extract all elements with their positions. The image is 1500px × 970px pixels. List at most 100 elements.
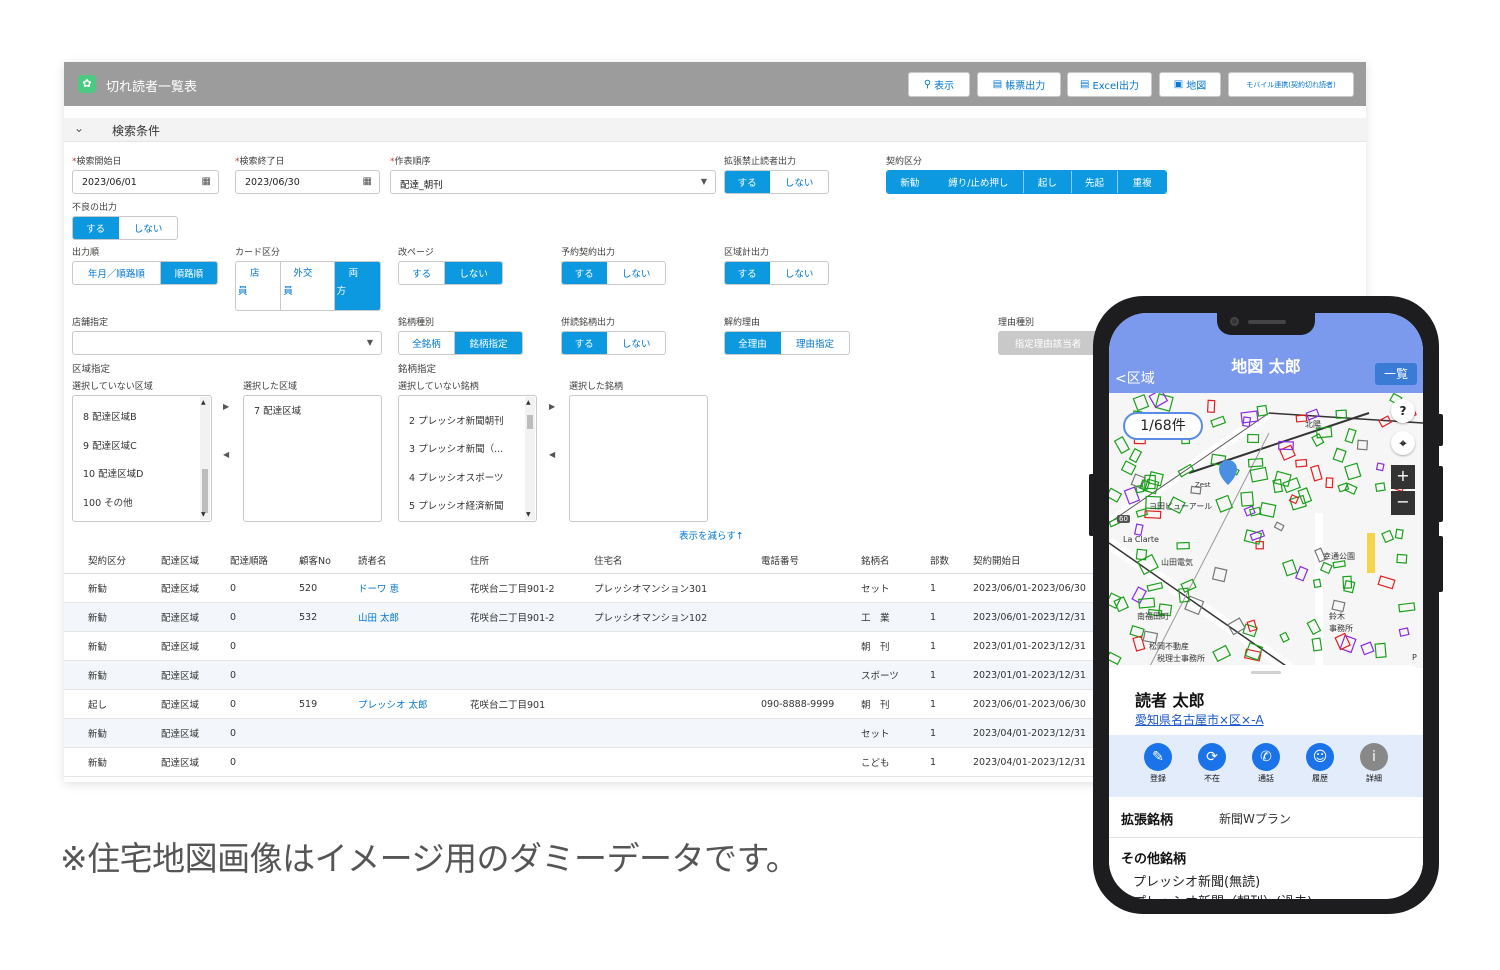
brand-selected-list[interactable] [569, 395, 708, 522]
register-action[interactable]: ✎ 登録 [1141, 743, 1175, 784]
calendar-icon[interactable]: ▦ [363, 176, 372, 187]
move-left-icon[interactable]: ◀ [549, 450, 555, 459]
defect-toggle[interactable]: する しない [72, 216, 178, 240]
store-select[interactable]: ▼ [72, 331, 382, 355]
ext-ban-toggle[interactable]: する しない [724, 170, 829, 194]
show-less-link[interactable]: 表示を減らす↑ [679, 528, 744, 542]
scrollbar-thumb[interactable] [527, 415, 533, 429]
scrollbar[interactable]: ▲ ▼ [200, 397, 210, 520]
column-header[interactable]: 読者名 [358, 546, 387, 573]
reader-name-link[interactable]: 山田 太郎 [358, 603, 399, 631]
column-header[interactable]: 電話番号 [761, 546, 799, 573]
column-header[interactable]: 契約開始日 [973, 546, 1021, 573]
column-header[interactable]: 部数 [930, 546, 949, 573]
list-option[interactable]: 9 配達区域C [73, 433, 211, 462]
reserve-yes[interactable]: する [562, 262, 608, 284]
start-date-input[interactable]: 2023/06/01 ▦ [72, 170, 219, 194]
page-break-no[interactable]: しない [445, 262, 502, 284]
contract-type-option[interactable]: 重複 [1118, 171, 1166, 193]
area-total-toggle[interactable]: する しない [724, 261, 829, 285]
column-header[interactable]: 住所 [470, 546, 489, 573]
cancel-option[interactable]: 理由指定 [781, 332, 849, 354]
reserve-no[interactable]: しない [607, 262, 665, 284]
arrow-up-icon[interactable]: ▲ [526, 399, 531, 406]
list-button[interactable]: 一覧 [1375, 363, 1417, 385]
reserve-toggle[interactable]: する しない [561, 261, 666, 285]
detail-action[interactable]: i 詳細 [1357, 743, 1391, 784]
column-header[interactable]: 銘柄名 [861, 546, 890, 573]
map-button[interactable]: ▣ 地図 [1159, 72, 1221, 97]
column-header[interactable]: 配達順路 [230, 546, 268, 573]
arrow-up-icon[interactable]: ▲ [201, 399, 206, 406]
page-break-yes[interactable]: する [399, 262, 446, 284]
back-button[interactable]: <区域 [1115, 368, 1155, 388]
location-pin-icon[interactable]: ⌖ [1391, 431, 1415, 455]
card-option-store[interactable]: 店員 [236, 262, 282, 310]
zoom-in-button[interactable]: + [1391, 465, 1415, 489]
absent-action[interactable]: ⟳ 不在 [1195, 743, 1229, 784]
page-break-toggle[interactable]: する しない [398, 261, 503, 285]
sheet-handle[interactable] [1251, 671, 1281, 674]
area-total-yes[interactable]: する [725, 262, 771, 284]
output-order-toggle[interactable]: 年月／順路順 順路順 [72, 261, 218, 285]
output-order-option[interactable]: 順路順 [160, 262, 217, 284]
area-unselected-list[interactable]: 8 配達区域B 9 配達区域C 10 配達区域D 100 その他 ▲ ▼ [72, 395, 212, 522]
list-option[interactable]: 2 プレッシオ新聞朝刊 [399, 408, 536, 437]
call-action[interactable]: ✆ 通話 [1249, 743, 1283, 784]
contract-type-option[interactable]: 起し [1023, 171, 1072, 193]
arrow-down-icon[interactable]: ▼ [201, 511, 206, 518]
brand-type-option[interactable]: 銘柄指定 [455, 332, 522, 354]
arrow-down-icon[interactable]: ▼ [526, 511, 531, 518]
list-option[interactable]: 100 その他 [73, 490, 211, 519]
defect-yes[interactable]: する [73, 217, 120, 239]
ext-ban-yes[interactable]: する [725, 171, 771, 193]
display-button[interactable]: ⚲ 表示 [908, 72, 970, 97]
calendar-icon[interactable]: ▦ [202, 176, 211, 187]
list-option[interactable]: 7 配達区域 [244, 398, 381, 427]
defect-no[interactable]: しない [119, 217, 177, 239]
contract-type-option[interactable]: 縛り/止め押し [933, 171, 1024, 193]
card-option-both[interactable]: 両方 [334, 262, 380, 310]
scrollbar-thumb[interactable] [202, 469, 208, 513]
help-icon[interactable]: ? [1391, 399, 1415, 423]
list-option[interactable]: 8 配達区域B [73, 404, 211, 433]
reader-name-link[interactable]: プレッシオ 太郎 [358, 690, 428, 718]
area-total-no[interactable]: しない [770, 262, 828, 284]
column-header[interactable]: 契約区分 [88, 546, 126, 573]
contract-type-option[interactable]: 新勧 [887, 171, 934, 193]
end-date-input[interactable]: 2023/06/30 ▦ [235, 170, 380, 194]
brand-type-toggle[interactable]: 全銘柄 銘柄指定 [398, 331, 523, 355]
cancel-toggle[interactable]: 全理由 理由指定 [724, 331, 850, 355]
zoom-out-button[interactable]: − [1391, 491, 1415, 515]
reader-name-link[interactable]: ドーワ 恵 [358, 574, 399, 602]
brand-type-option[interactable]: 全銘柄 [399, 332, 456, 354]
list-option[interactable]: 10 配達区域D [73, 461, 211, 490]
contract-type-option[interactable]: 先起 [1071, 171, 1119, 193]
card-option-sales[interactable]: 外交員 [281, 262, 335, 310]
excel-output-button[interactable]: ▤ Excel出力 [1067, 72, 1152, 97]
mobile-sync-button[interactable]: モバイル連携(契約切れ読者) [1228, 72, 1354, 97]
brand-unselected-list[interactable]: 1 プレッシオ新聞2 プレッシオ新聞朝刊3 プレッシオ新聞（...4 プレッシオ… [398, 395, 537, 522]
column-header[interactable]: 住宅名 [594, 546, 623, 573]
joint-no[interactable]: しない [607, 332, 665, 354]
ledger-output-button[interactable]: ▤ 帳票出力 [977, 72, 1061, 97]
move-left-icon[interactable]: ◀ [223, 450, 229, 459]
cancel-option[interactable]: 全理由 [725, 332, 782, 354]
joint-yes[interactable]: する [562, 332, 608, 354]
scrollbar[interactable]: ▲ ▼ [525, 397, 535, 520]
list-option[interactable]: 1 プレッシオ新聞 [399, 396, 536, 408]
history-action[interactable]: ☺ 履歴 [1303, 743, 1337, 784]
list-option[interactable]: 4 プレッシオスポーツ [399, 465, 536, 494]
list-option[interactable]: 3 プレッシオ新聞（... [399, 436, 536, 465]
area-selected-list[interactable]: 7 配達区域 [243, 395, 382, 522]
order-select[interactable]: 配達_朝刊 ▼ [390, 170, 716, 194]
joint-toggle[interactable]: する しない [561, 331, 666, 355]
search-conditions-header[interactable]: ⌄ 検索条件 [64, 118, 1366, 142]
reason-type-button[interactable]: 指定理由該当者 [998, 331, 1098, 355]
card-toggle[interactable]: 店員 外交員 両方 [235, 261, 381, 311]
list-option[interactable]: 5 プレッシオ経済新聞 [399, 493, 536, 521]
ext-ban-no[interactable]: しない [770, 171, 828, 193]
move-right-icon[interactable]: ▶ [549, 402, 555, 411]
move-right-icon[interactable]: ▶ [223, 402, 229, 411]
output-order-option[interactable]: 年月／順路順 [73, 262, 161, 284]
